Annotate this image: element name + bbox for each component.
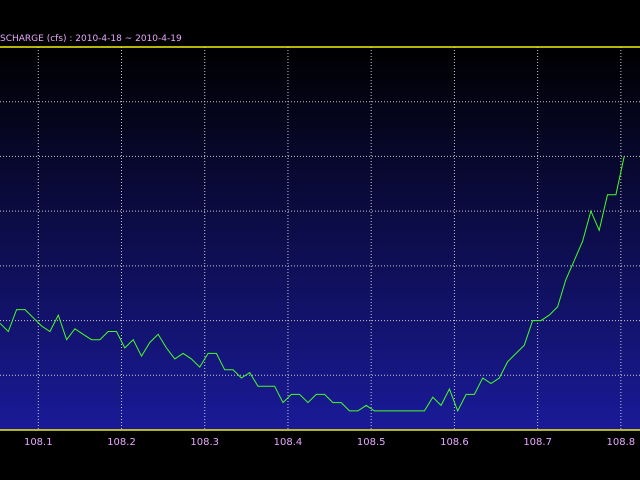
x-tick-label: 108.1 — [24, 437, 53, 448]
x-tick-label: 108.6 — [440, 437, 469, 448]
plot-area-background — [0, 47, 640, 430]
x-tick-label: 108.5 — [357, 437, 386, 448]
chart-title: SCHARGE (cfs) : 2010-4-18 ~ 2010-4-19 — [0, 34, 182, 44]
x-tick-label: 108.7 — [523, 437, 552, 448]
chart-container: 108.1 108.2 108.3 108.4 108.5 108.6 108.7 108.8… — [0, 0, 640, 480]
chart-canvas: 108.1 108.2 108.3 108.4 108.5 108.6 108.7 108.8… — [0, 0, 640, 480]
x-tick-label: 108.8 — [607, 437, 636, 448]
x-tick-label: 108.3 — [190, 437, 219, 448]
x-tick-label: 108.2 — [107, 437, 136, 448]
x-tick-label: 108.4 — [274, 437, 303, 448]
